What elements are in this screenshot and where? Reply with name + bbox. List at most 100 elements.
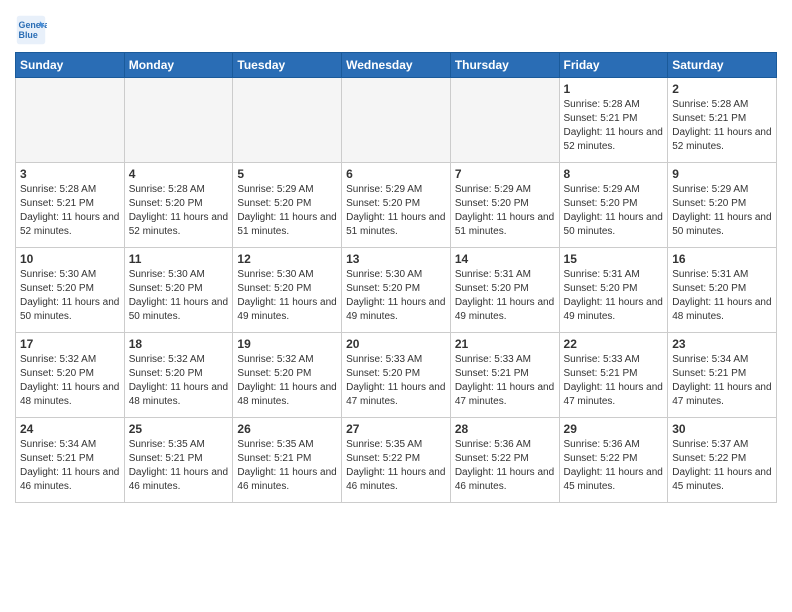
day-number: 3 (20, 167, 120, 181)
calendar-cell: 5 Sunrise: 5:29 AMSunset: 5:20 PMDaylight… (233, 163, 342, 248)
day-info: Sunrise: 5:32 AMSunset: 5:20 PMDaylight:… (129, 353, 229, 409)
calendar-cell: 19 Sunrise: 5:32 AMSunset: 5:20 PMDayligh… (233, 333, 342, 418)
day-info: Sunrise: 5:28 AMSunset: 5:20 PMDaylight:… (129, 183, 229, 239)
day-info: Sunrise: 5:34 AMSunset: 5:21 PMDaylight:… (20, 438, 120, 494)
calendar-cell: 25 Sunrise: 5:35 AMSunset: 5:21 PMDayligh… (124, 418, 233, 503)
day-info: Sunrise: 5:31 AMSunset: 5:20 PMDaylight:… (564, 268, 664, 324)
svg-text:Blue: Blue (19, 30, 38, 40)
weekday-header-row: SundayMondayTuesdayWednesdayThursdayFrid… (16, 53, 777, 78)
day-info: Sunrise: 5:35 AMSunset: 5:21 PMDaylight:… (129, 438, 229, 494)
day-info: Sunrise: 5:33 AMSunset: 5:21 PMDaylight:… (564, 353, 664, 409)
weekday-header-monday: Monday (124, 53, 233, 78)
day-number: 11 (129, 252, 229, 266)
header: General Blue (15, 10, 777, 46)
day-number: 1 (564, 82, 664, 96)
calendar-cell: 30 Sunrise: 5:37 AMSunset: 5:22 PMDayligh… (668, 418, 777, 503)
day-number: 5 (237, 167, 337, 181)
calendar-cell (342, 78, 451, 163)
weekday-header-saturday: Saturday (668, 53, 777, 78)
day-info: Sunrise: 5:31 AMSunset: 5:20 PMDaylight:… (672, 268, 772, 324)
day-number: 26 (237, 422, 337, 436)
day-number: 20 (346, 337, 446, 351)
week-row-4: 24Sunrise: 5:34 AMSunset: 5:21 PMDayligh… (16, 418, 777, 503)
day-number: 27 (346, 422, 446, 436)
calendar-cell: 11 Sunrise: 5:30 AMSunset: 5:20 PMDayligh… (124, 248, 233, 333)
calendar-cell: 29 Sunrise: 5:36 AMSunset: 5:22 PMDayligh… (559, 418, 668, 503)
calendar-cell: 17Sunrise: 5:32 AMSunset: 5:20 PMDayligh… (16, 333, 125, 418)
calendar-cell: 3 Sunrise: 5:28 AMSunset: 5:21 PMDaylight… (16, 163, 125, 248)
calendar-cell: 22 Sunrise: 5:33 AMSunset: 5:21 PMDayligh… (559, 333, 668, 418)
day-info: Sunrise: 5:28 AMSunset: 5:21 PMDaylight:… (672, 98, 772, 154)
day-info: Sunrise: 5:29 AMSunset: 5:20 PMDaylight:… (237, 183, 337, 239)
day-info: Sunrise: 5:35 AMSunset: 5:21 PMDaylight:… (237, 438, 337, 494)
calendar-cell: 26 Sunrise: 5:35 AMSunset: 5:21 PMDayligh… (233, 418, 342, 503)
day-number: 19 (237, 337, 337, 351)
calendar-cell: 7Sunrise: 5:29 AMSunset: 5:20 PMDaylight… (450, 163, 559, 248)
day-info: Sunrise: 5:33 AMSunset: 5:21 PMDaylight:… (455, 353, 555, 409)
calendar-cell: 18 Sunrise: 5:32 AMSunset: 5:20 PMDayligh… (124, 333, 233, 418)
day-number: 22 (564, 337, 664, 351)
week-row-1: 3 Sunrise: 5:28 AMSunset: 5:21 PMDaylight… (16, 163, 777, 248)
calendar-table: SundayMondayTuesdayWednesdayThursdayFrid… (15, 52, 777, 503)
calendar-cell: 2 Sunrise: 5:28 AMSunset: 5:21 PMDaylight… (668, 78, 777, 163)
calendar-cell: 27Sunrise: 5:35 AMSunset: 5:22 PMDayligh… (342, 418, 451, 503)
calendar-cell: 12 Sunrise: 5:30 AMSunset: 5:20 PMDayligh… (233, 248, 342, 333)
logo-icon: General Blue (15, 14, 47, 46)
day-info: Sunrise: 5:30 AMSunset: 5:20 PMDaylight:… (237, 268, 337, 324)
calendar-cell: 6 Sunrise: 5:29 AMSunset: 5:20 PMDaylight… (342, 163, 451, 248)
calendar-cell: 8Sunrise: 5:29 AMSunset: 5:20 PMDaylight… (559, 163, 668, 248)
day-info: Sunrise: 5:30 AMSunset: 5:20 PMDaylight:… (129, 268, 229, 324)
day-info: Sunrise: 5:29 AMSunset: 5:20 PMDaylight:… (564, 183, 664, 239)
day-number: 12 (237, 252, 337, 266)
calendar-cell: 9 Sunrise: 5:29 AMSunset: 5:20 PMDaylight… (668, 163, 777, 248)
day-number: 30 (672, 422, 772, 436)
day-number: 10 (20, 252, 120, 266)
day-info: Sunrise: 5:30 AMSunset: 5:20 PMDaylight:… (20, 268, 120, 324)
calendar-cell: 21Sunrise: 5:33 AMSunset: 5:21 PMDayligh… (450, 333, 559, 418)
day-number: 23 (672, 337, 772, 351)
day-info: Sunrise: 5:37 AMSunset: 5:22 PMDaylight:… (672, 438, 772, 494)
day-info: Sunrise: 5:29 AMSunset: 5:20 PMDaylight:… (346, 183, 446, 239)
calendar-cell: 1 Sunrise: 5:28 AMSunset: 5:21 PMDaylight… (559, 78, 668, 163)
weekday-header-friday: Friday (559, 53, 668, 78)
day-info: Sunrise: 5:29 AMSunset: 5:20 PMDaylight:… (672, 183, 772, 239)
day-info: Sunrise: 5:36 AMSunset: 5:22 PMDaylight:… (564, 438, 664, 494)
day-number: 14 (455, 252, 555, 266)
day-number: 9 (672, 167, 772, 181)
calendar-cell: 16 Sunrise: 5:31 AMSunset: 5:20 PMDayligh… (668, 248, 777, 333)
logo: General Blue (15, 14, 51, 46)
calendar-cell: 13Sunrise: 5:30 AMSunset: 5:20 PMDayligh… (342, 248, 451, 333)
calendar-cell: 24Sunrise: 5:34 AMSunset: 5:21 PMDayligh… (16, 418, 125, 503)
day-number: 15 (564, 252, 664, 266)
day-number: 29 (564, 422, 664, 436)
weekday-header-wednesday: Wednesday (342, 53, 451, 78)
calendar-cell: 23 Sunrise: 5:34 AMSunset: 5:21 PMDayligh… (668, 333, 777, 418)
day-info: Sunrise: 5:28 AMSunset: 5:21 PMDaylight:… (20, 183, 120, 239)
day-info: Sunrise: 5:34 AMSunset: 5:21 PMDaylight:… (672, 353, 772, 409)
calendar-cell: 28Sunrise: 5:36 AMSunset: 5:22 PMDayligh… (450, 418, 559, 503)
calendar-cell (124, 78, 233, 163)
weekday-header-sunday: Sunday (16, 53, 125, 78)
day-number: 7 (455, 167, 555, 181)
day-number: 16 (672, 252, 772, 266)
day-info: Sunrise: 5:32 AMSunset: 5:20 PMDaylight:… (237, 353, 337, 409)
day-number: 25 (129, 422, 229, 436)
day-number: 6 (346, 167, 446, 181)
day-info: Sunrise: 5:28 AMSunset: 5:21 PMDaylight:… (564, 98, 664, 154)
day-number: 17 (20, 337, 120, 351)
calendar-cell: 14 Sunrise: 5:31 AMSunset: 5:20 PMDayligh… (450, 248, 559, 333)
calendar-cell: 20 Sunrise: 5:33 AMSunset: 5:20 PMDayligh… (342, 333, 451, 418)
week-row-3: 17 Sunrise: 5:32 AMSunset: 5:20 PMDayligh… (16, 333, 777, 418)
day-number: 2 (672, 82, 772, 96)
day-number: 4 (129, 167, 229, 181)
day-number: 18 (129, 337, 229, 351)
calendar-cell (16, 78, 125, 163)
calendar-cell: 4 Sunrise: 5:28 AMSunset: 5:20 PMDaylight… (124, 163, 233, 248)
day-info: Sunrise: 5:33 AMSunset: 5:20 PMDaylight:… (346, 353, 446, 409)
calendar-cell (450, 78, 559, 163)
week-row-0: 1 Sunrise: 5:28 AMSunset: 5:21 PMDaylight… (16, 78, 777, 163)
day-info: Sunrise: 5:36 AMSunset: 5:22 PMDaylight:… (455, 438, 555, 494)
day-info: Sunrise: 5:31 AMSunset: 5:20 PMDaylight:… (455, 268, 555, 324)
calendar-cell (233, 78, 342, 163)
calendar-cell: 15 Sunrise: 5:31 AMSunset: 5:20 PMDayligh… (559, 248, 668, 333)
